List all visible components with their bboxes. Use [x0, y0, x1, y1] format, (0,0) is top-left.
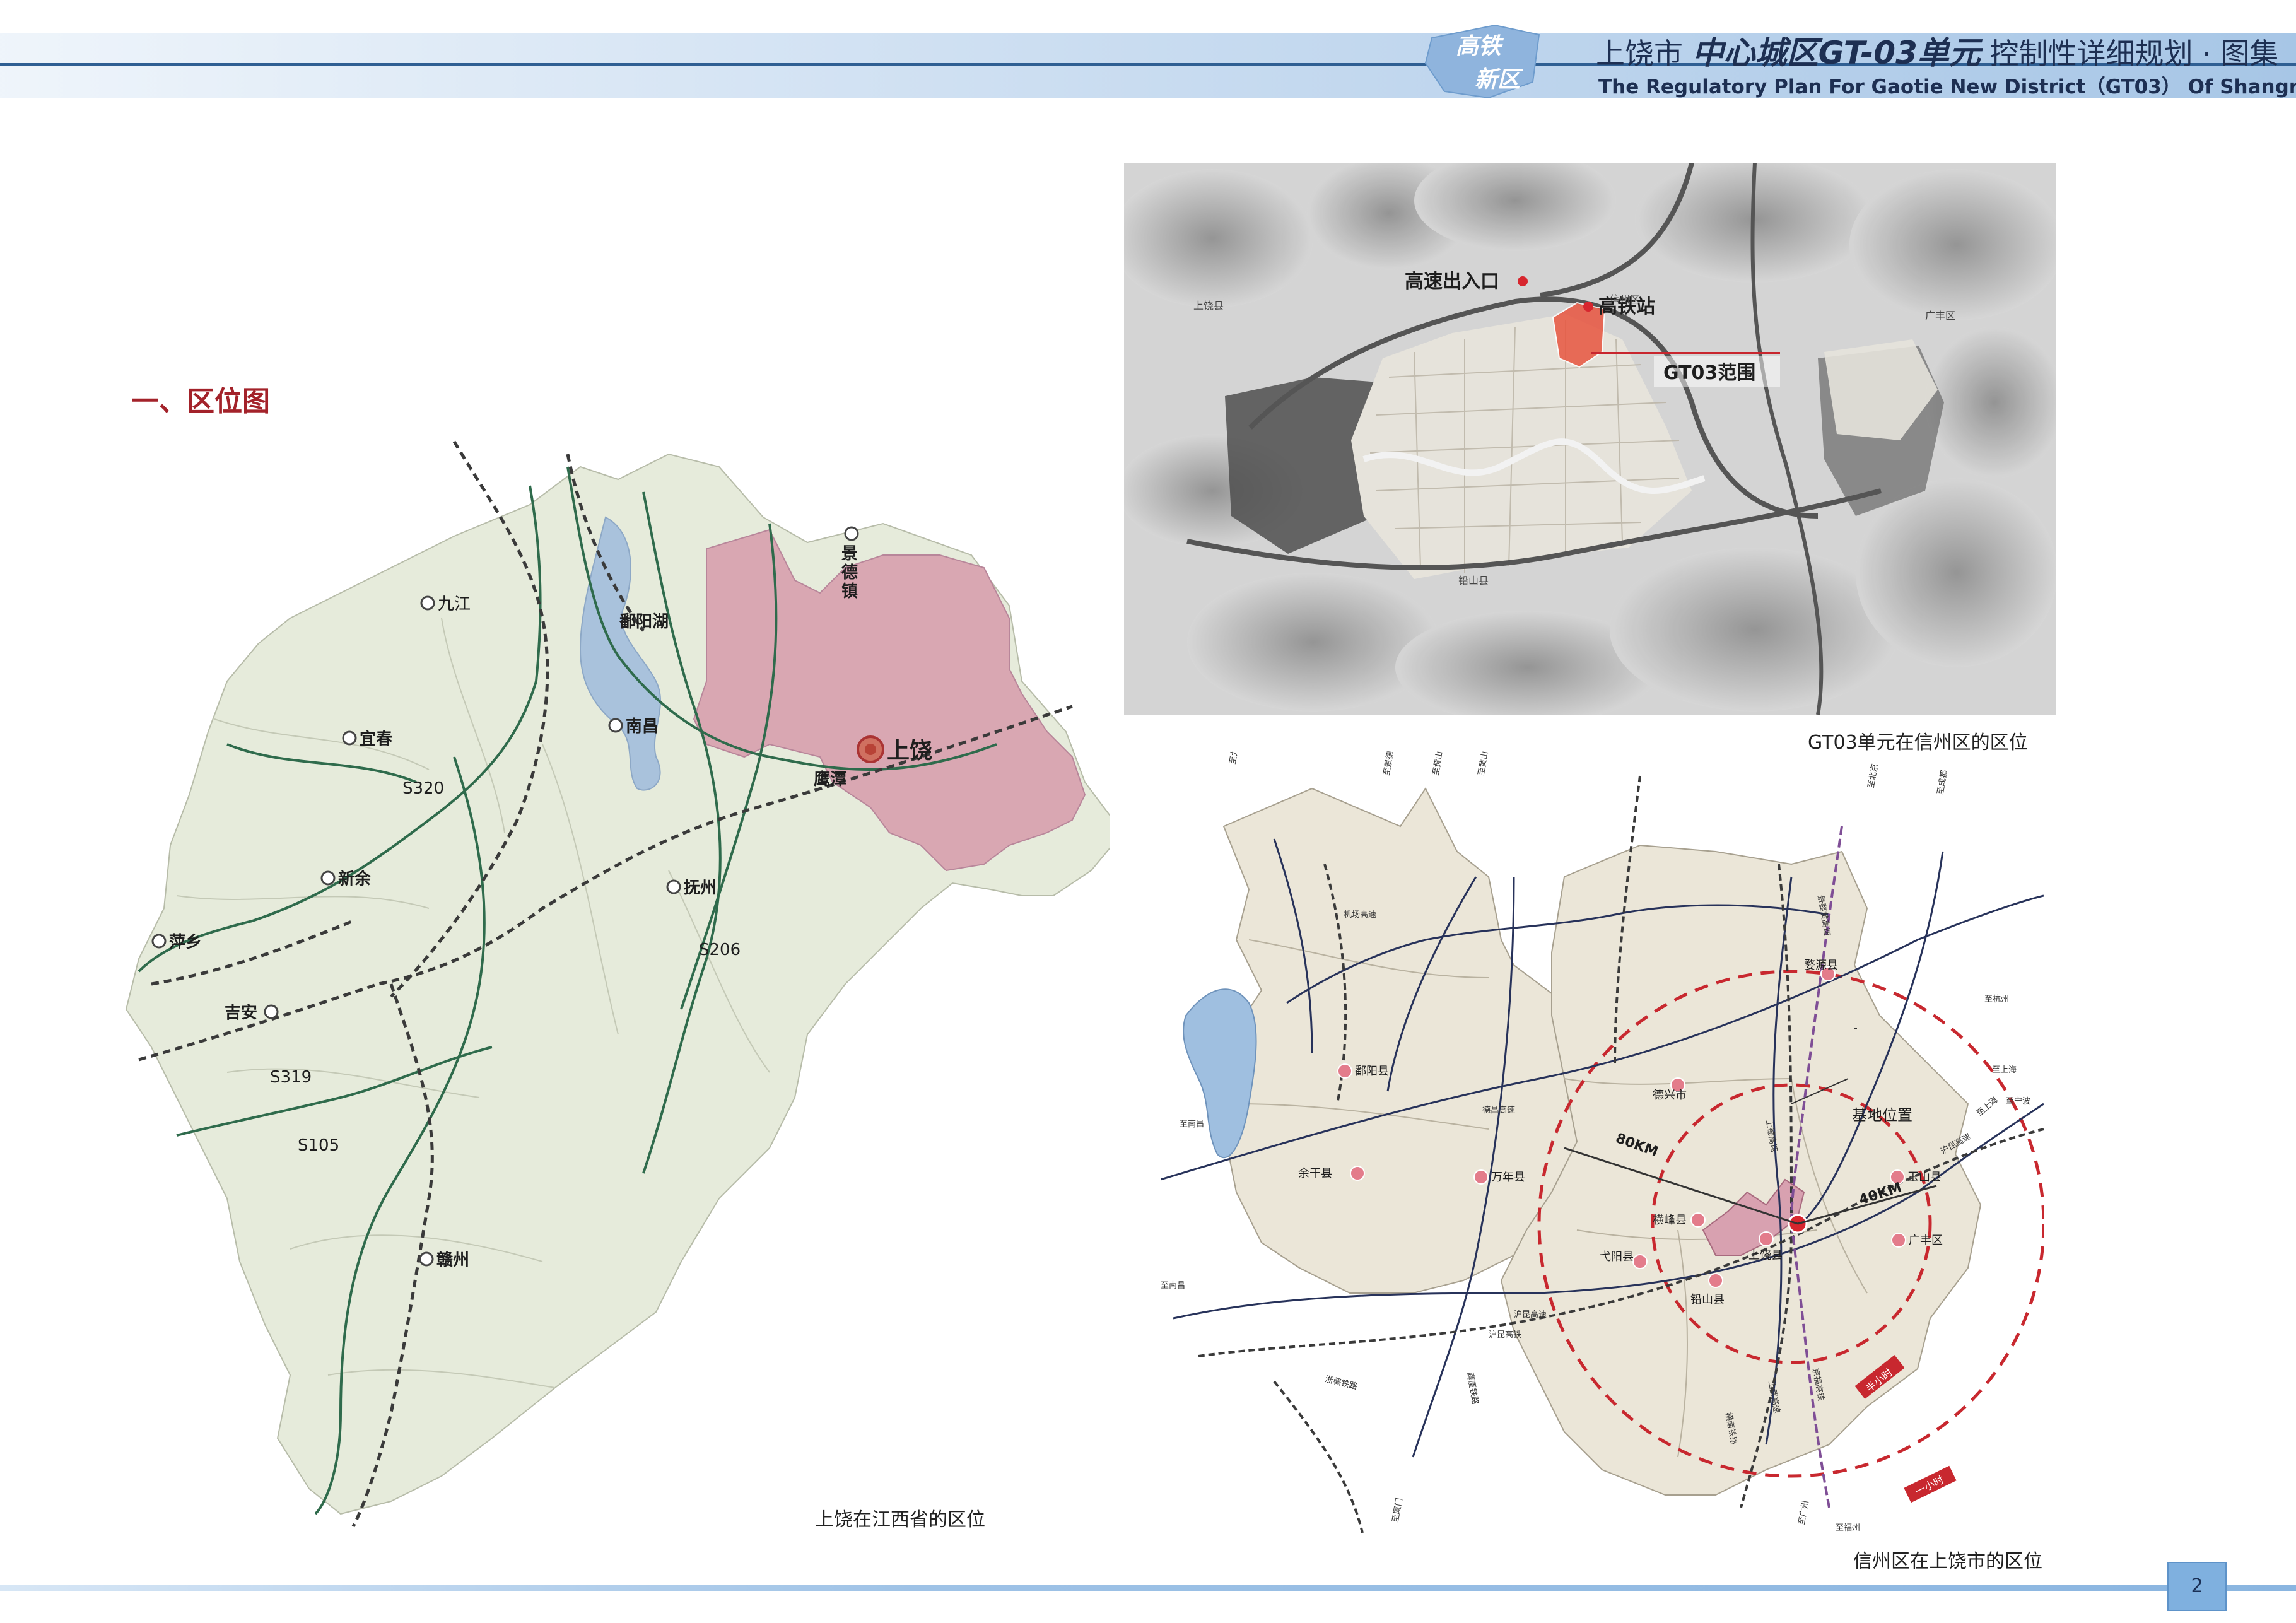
- label-shangrao-county: 上饶县: [1193, 300, 1224, 312]
- city-region-map: 婺源县 鄱阳县 德兴市 余干县 万年县 玉山县 横峰县 上饶县 广丰区 弋阳县 …: [1161, 751, 2044, 1533]
- highway-exit-marker: [1518, 276, 1528, 286]
- road-s320: S320: [402, 779, 444, 798]
- county-yanshan: 铅山县: [1690, 1293, 1725, 1306]
- dir-hangzhou: 至杭州: [1984, 995, 2009, 1004]
- city-jingdezhen-1: 景: [841, 544, 858, 563]
- document-subtitle: The Regulatory Plan For Gaotie New Distr…: [1598, 76, 2296, 98]
- caption-province: 上饶在江西省的区位: [815, 1509, 985, 1531]
- city-yingtan: 鹰潭: [814, 770, 846, 789]
- label-guangfeng: 广丰区: [1925, 310, 1955, 322]
- title-prefix: 上饶市: [1596, 37, 1683, 71]
- dir-huangshan-2: 至黄山: [1477, 751, 1491, 776]
- road-zhegan: 浙赣铁路: [1324, 1374, 1358, 1392]
- county-poyang: 鄱阳县: [1355, 1065, 1389, 1078]
- road-s105: S105: [298, 1136, 339, 1155]
- hsr-station-marker: [1583, 302, 1593, 312]
- road-s206: S206: [699, 940, 741, 959]
- county-yiyang: 弋阳县: [1600, 1250, 1634, 1263]
- label-gt03-range: GT03范围: [1663, 362, 1755, 384]
- dir-guangzhou: 至广州: [1797, 1500, 1811, 1526]
- dir-nanchang-2: 至南昌: [1161, 1280, 1185, 1291]
- road-hukun: 沪昆高速: [1514, 1310, 1547, 1320]
- road-yingxia: 鹰厦铁路: [1465, 1371, 1480, 1405]
- city-fuzhou: 抚州: [684, 879, 717, 898]
- county-wuyuan: 婺源县: [1804, 959, 1838, 972]
- road-dexing: 德昌高速: [1482, 1105, 1515, 1115]
- city-yichun: 宜春: [360, 729, 392, 749]
- county-yugan: 余干县: [1298, 1167, 1332, 1180]
- county-region-east: [1500, 844, 1982, 1496]
- dir-jiujiang: 至九江: [1228, 751, 1242, 765]
- title-suffix: 控制性详细规划 · 图集: [1989, 37, 2279, 71]
- road-jihuai: 机场高速: [1344, 910, 1376, 920]
- city-jiujiang: 九江: [438, 595, 471, 614]
- dir-ningbo: 至宁波: [2006, 1096, 2030, 1106]
- section-title: 一、区位图: [131, 385, 270, 418]
- dir-xiamen: 至厦门: [1391, 1497, 1405, 1523]
- city-jingdezhen-2: 德: [841, 563, 858, 582]
- header-badge: 高铁 新区: [1424, 24, 1540, 99]
- county-yushan: 玉山县: [1907, 1171, 1942, 1184]
- dir-beijing: 至北京: [1866, 763, 1880, 789]
- label-yanshan: 铅山县: [1458, 575, 1489, 587]
- badge-text-1: 高铁: [1456, 33, 1504, 59]
- province-map: 九江 鄱阳湖 景 德 镇 宜春 南昌 上饶 鹰潭 新余 抚州 萍乡 吉安 赣州 …: [125, 440, 1110, 1528]
- badge-text-2: 新区: [1475, 67, 1524, 93]
- dir-jingdezhen: 至景德镇: [1382, 751, 1397, 776]
- city-jian: 吉安: [225, 1004, 257, 1022]
- caption-city: 信州区在上饶市的区位: [1853, 1550, 2042, 1573]
- dir-huangshan-1: 至黄山: [1431, 751, 1445, 776]
- city-poyang-lake: 鄱阳湖: [619, 612, 669, 631]
- page-number: 2: [2167, 1562, 2227, 1611]
- title-bold: 中心城区GT-03单元: [1692, 35, 1981, 71]
- road-hukun-rail: 沪昆高铁: [1489, 1330, 1521, 1340]
- city-pingxiang: 萍乡: [169, 933, 202, 952]
- county-shangrao-county: 上饶县: [1748, 1249, 1783, 1262]
- city-ganzhou: 赣州: [436, 1250, 469, 1270]
- dir-shanghai-1: 至上海: [1992, 1065, 2017, 1075]
- dir-chengdu: 至成都: [1936, 770, 1950, 795]
- county-hengfeng: 横峰县: [1653, 1214, 1687, 1227]
- city-xinyu: 新余: [338, 869, 372, 889]
- document-title: 上饶市 中心城区GT-03单元 控制性详细规划 · 图集: [1596, 28, 2278, 71]
- label-xinzhou: 信州区: [1610, 293, 1640, 305]
- label-highway-exit: 高速出入口: [1405, 271, 1499, 293]
- city-jingdezhen-3: 镇: [841, 582, 858, 601]
- city-nanchang: 南昌: [626, 717, 659, 736]
- county-guangfeng: 广丰区: [1909, 1234, 1943, 1247]
- aerial-map: 高速出入口 高铁站 GT03范围 信州区 广丰区 上饶县 铅山县: [1124, 163, 2056, 715]
- dir-fuzhou: 至福州: [1836, 1523, 1860, 1533]
- dir-shanghai-2: 至上海: [1975, 1095, 2000, 1118]
- county-dexing: 德兴市: [1653, 1089, 1687, 1102]
- road-s319: S319: [270, 1068, 312, 1087]
- county-wannian: 万年县: [1491, 1171, 1525, 1184]
- city-shangrao: 上饶: [887, 738, 932, 764]
- dir-nanchang: 至南昌: [1180, 1119, 1204, 1129]
- footer-divider: [0, 1585, 2296, 1591]
- base-location-label: 基地位置: [1852, 1106, 1912, 1124]
